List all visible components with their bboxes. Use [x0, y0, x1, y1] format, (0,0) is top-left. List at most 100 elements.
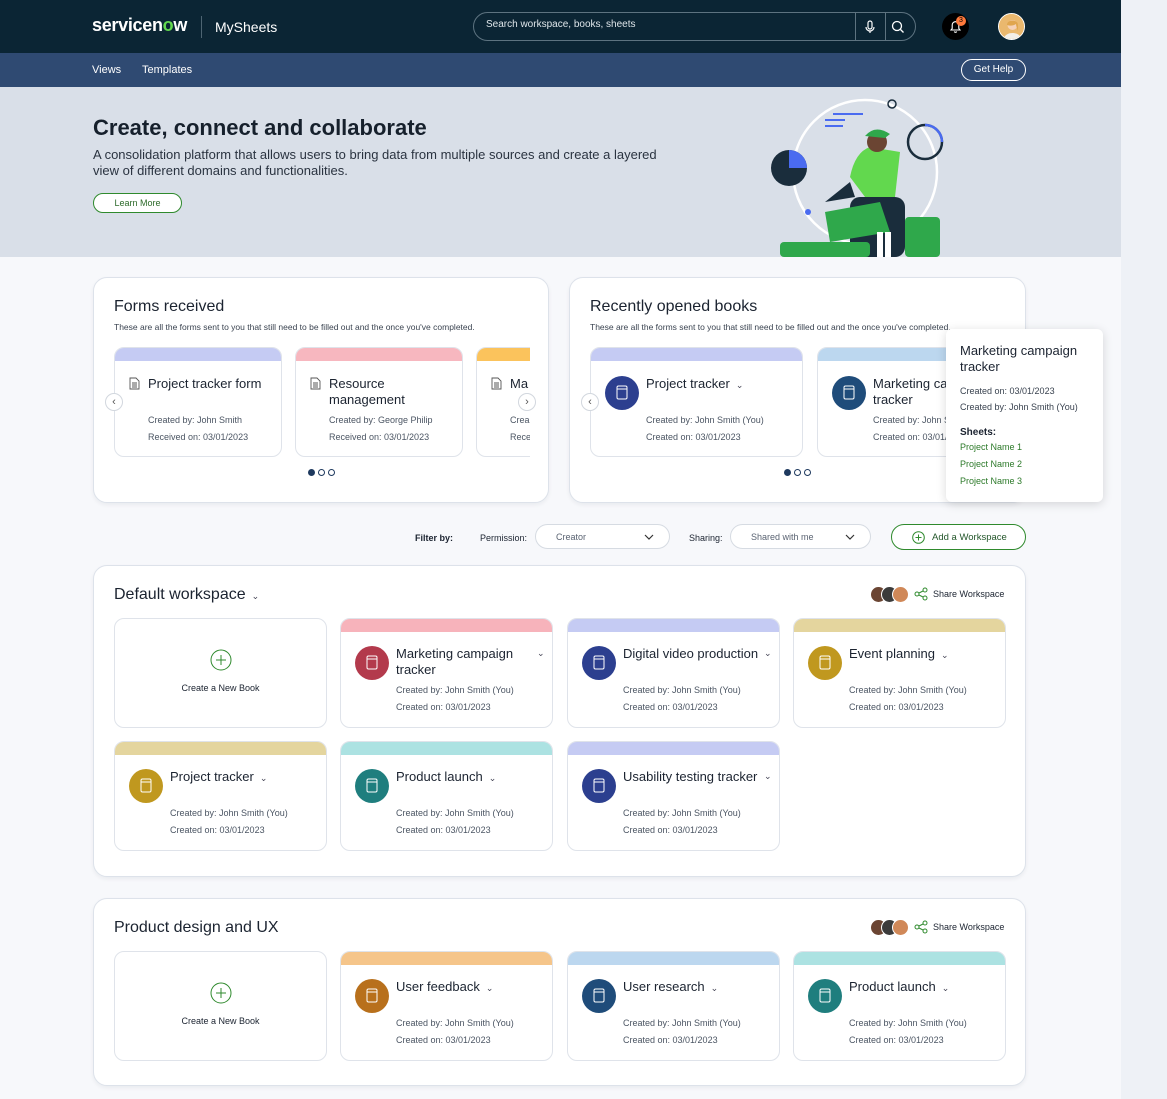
book-created-date: Created on: 03/01/2023: [623, 825, 718, 835]
pagination-dot[interactable]: [328, 469, 335, 476]
form-card-creator: Created by: George Philip: [329, 415, 433, 425]
tooltip-sheet-link[interactable]: Project Name 1: [960, 442, 1022, 452]
book-card[interactable]: Marketing campaign tracker Created by: Jo…: [340, 618, 553, 728]
recent-book-card[interactable]: Project tracker ⌄ Created by: John Smith …: [590, 347, 803, 457]
default-workspace-panel: Default workspace ⌄ Share Workspace Creat…: [93, 565, 1026, 877]
tooltip-sheet-link[interactable]: Project Name 2: [960, 459, 1022, 469]
chevron-down-icon[interactable]: ⌄: [489, 770, 497, 786]
form-card[interactable]: Resource management Created by: George P…: [295, 347, 463, 457]
pagination-dot[interactable]: [318, 469, 325, 476]
chevron-down-icon[interactable]: ⌄: [537, 648, 545, 659]
workspace-members-avatars[interactable]: [870, 586, 909, 603]
chevron-down-icon[interactable]: ⌄: [942, 980, 950, 996]
add-workspace-button[interactable]: Add a Workspace: [891, 524, 1026, 550]
form-card-received-date: Received on: 03/01/2023: [329, 432, 430, 442]
form-card-received-date: Received on: 03/01/2023: [148, 432, 249, 442]
create-new-book-label: Create a New Book: [181, 683, 260, 693]
carousel-prev-button[interactable]: ‹: [105, 393, 123, 411]
book-creator: Created by: John Smith (You): [396, 1018, 514, 1028]
book-card[interactable]: Product launch ⌄ Created by: John Smith (Y…: [340, 741, 553, 851]
book-icon: [582, 979, 616, 1013]
book-card[interactable]: Product launch ⌄ Created by: John Smith (Y…: [793, 951, 1006, 1061]
book-card[interactable]: Event planning ⌄ Created by: John Smith (Y…: [793, 618, 1006, 728]
book-title: Marketing campaign tracker: [396, 646, 514, 677]
user-avatar[interactable]: [998, 13, 1025, 40]
tooltip-sheet-link[interactable]: Project Name 3: [960, 476, 1022, 486]
document-icon: [129, 377, 140, 390]
card-color-strip: [477, 348, 530, 361]
book-title: Event planning ⌄: [849, 646, 949, 663]
chevron-down-icon[interactable]: ⌄: [260, 770, 268, 786]
nav-templates[interactable]: Templates: [142, 64, 192, 76]
book-icon: [355, 979, 389, 1013]
book-card[interactable]: Project tracker ⌄ Created by: John Smith (…: [114, 741, 327, 851]
book-title: Project tracker ⌄: [170, 769, 268, 786]
notifications-button[interactable]: 3: [942, 13, 969, 40]
forms-received-title: Forms received: [114, 298, 225, 315]
chevron-down-icon[interactable]: ⌄: [252, 591, 260, 602]
nav-views[interactable]: Views: [92, 64, 121, 76]
logo-divider: [201, 16, 202, 38]
create-new-book-card[interactable]: Create a New Book: [114, 951, 327, 1061]
card-color-strip: [568, 619, 779, 632]
book-created-date: Created on: 03/01/2023: [623, 1035, 718, 1045]
learn-more-button[interactable]: Learn More: [93, 193, 182, 213]
carousel-next-button[interactable]: ›: [518, 393, 536, 411]
book-title: Digital video production: [623, 646, 759, 661]
chevron-down-icon[interactable]: ⌄: [711, 980, 719, 996]
search-icon[interactable]: [890, 19, 906, 35]
top-navigation-bar: servicenow MySheets 3: [0, 0, 1121, 53]
create-new-book-card[interactable]: Create a New Book: [114, 618, 327, 728]
book-icon: [808, 979, 842, 1013]
share-workspace-link[interactable]: Share Workspace: [933, 589, 1004, 599]
card-color-strip: [115, 742, 326, 755]
microphone-icon[interactable]: [862, 19, 878, 35]
book-creator: Created by: John Smith (You): [623, 1018, 741, 1028]
form-card-received-date: Rece: [510, 432, 530, 442]
form-card-title: Project tracker form: [148, 376, 262, 391]
share-workspace-link[interactable]: Share Workspace: [933, 922, 1004, 932]
search-input[interactable]: [486, 19, 846, 30]
chevron-down-icon: [644, 534, 654, 540]
carousel-prev-button[interactable]: ‹: [581, 393, 599, 411]
workspace-members-avatars[interactable]: [870, 919, 909, 936]
card-color-strip: [341, 742, 552, 755]
share-icon[interactable]: [914, 920, 928, 934]
book-icon: [355, 646, 389, 680]
chevron-down-icon[interactable]: ⌄: [941, 647, 949, 663]
pagination-dot[interactable]: [308, 469, 315, 476]
book-card[interactable]: Usability testing tracker Created by: Joh…: [567, 741, 780, 851]
pagination-dot[interactable]: [794, 469, 801, 476]
servicenow-logo[interactable]: servicenow: [92, 15, 187, 36]
book-icon: [129, 769, 163, 803]
filter-by-label: Filter by:: [415, 533, 454, 543]
share-icon[interactable]: [914, 587, 928, 601]
chevron-down-icon[interactable]: ⌄: [764, 648, 772, 659]
plus-circle-icon: [210, 649, 232, 671]
recent-book-creator: Created by: John Smith (You): [873, 415, 950, 425]
chevron-down-icon[interactable]: ⌄: [486, 980, 494, 996]
card-color-strip: [591, 348, 802, 361]
get-help-button[interactable]: Get Help: [961, 59, 1026, 81]
book-card[interactable]: User feedback ⌄ Created by: John Smith (Yo…: [340, 951, 553, 1061]
chevron-left-icon: ‹: [112, 396, 116, 408]
book-card[interactable]: User research ⌄ Created by: John Smith (Yo…: [567, 951, 780, 1061]
recent-book-card[interactable]: Marketing campaign tracker Created by: J…: [817, 347, 950, 457]
plus-circle-icon: [912, 531, 925, 544]
search-bar: [473, 12, 916, 41]
hero-banner: Create, connect and collaborate A consol…: [0, 87, 1121, 257]
sharing-select[interactable]: Shared with me: [730, 524, 871, 549]
recent-book-creator: Created by: John Smith (You): [646, 415, 764, 425]
form-card[interactable]: Project tracker form Created by: John Sm…: [114, 347, 282, 457]
book-icon: [808, 646, 842, 680]
card-color-strip: [115, 348, 281, 361]
workspace-title[interactable]: Product design and UX: [114, 919, 279, 937]
search-divider: [855, 13, 856, 40]
workspace-title[interactable]: Default workspace ⌄: [114, 586, 259, 604]
pagination-dot[interactable]: [804, 469, 811, 476]
chevron-down-icon[interactable]: ⌄: [764, 771, 772, 782]
book-card[interactable]: Digital video production Created by: John…: [567, 618, 780, 728]
pagination-dot[interactable]: [784, 469, 791, 476]
permission-select[interactable]: Creator: [535, 524, 670, 549]
chevron-down-icon[interactable]: ⌄: [736, 377, 744, 393]
